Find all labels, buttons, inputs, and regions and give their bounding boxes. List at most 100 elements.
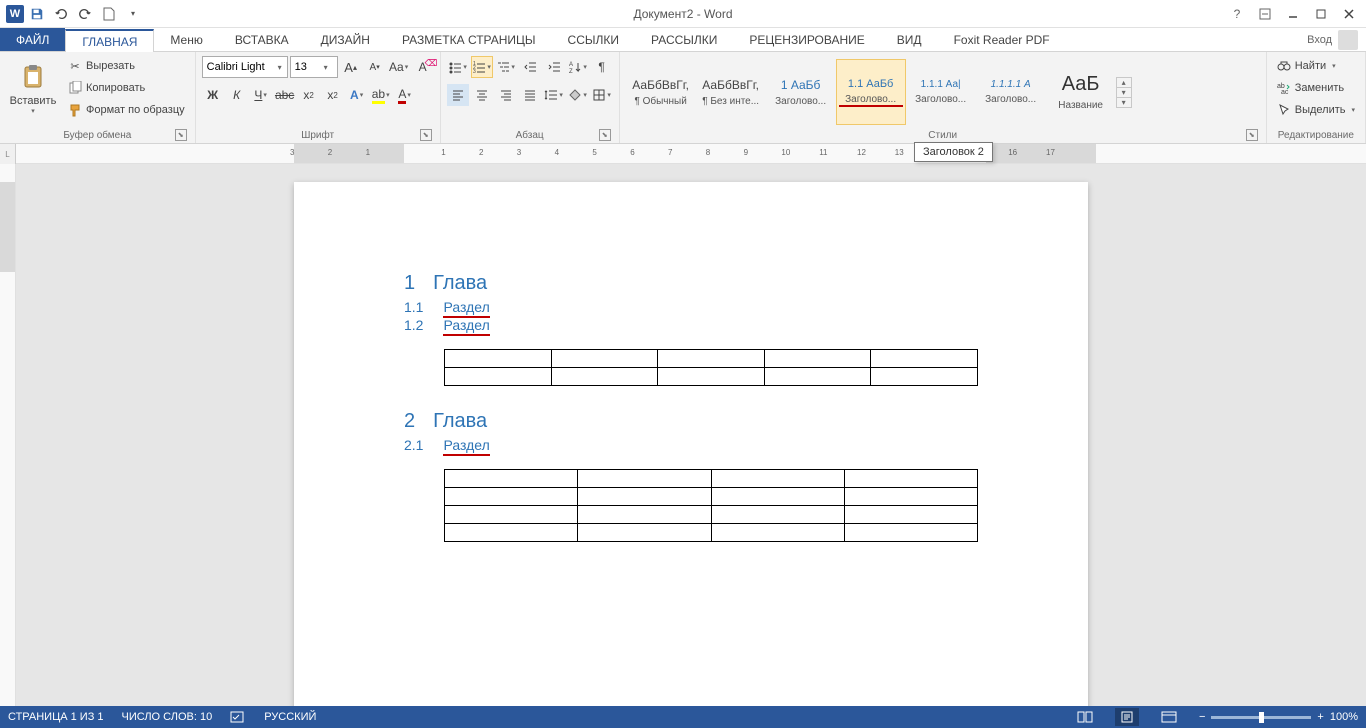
justify-button[interactable] [519,84,541,106]
tab-file[interactable]: ФАЙЛ [0,28,65,51]
text-effects-button[interactable]: A [346,84,368,106]
strike-button[interactable]: abc [274,84,296,106]
font-size-combo[interactable]: ▾ [290,56,338,78]
window-title: Документ2 - Word [633,7,732,21]
tab-references[interactable]: ССЫЛКИ [552,28,635,51]
highlight-button[interactable]: ab [370,84,392,106]
numbering-button[interactable]: 123 [471,56,493,78]
heading-2[interactable]: 1.1Раздел [404,299,978,315]
grow-font-button[interactable]: A▴ [340,56,362,78]
tab-home[interactable]: ГЛАВНАЯ [65,29,154,52]
page-indicator[interactable]: СТРАНИЦА 1 ИЗ 1 [8,711,104,723]
zoom-level[interactable]: 100% [1330,711,1358,723]
print-layout-icon[interactable] [1115,708,1139,726]
paste-button[interactable]: Вставить ▾ [6,56,60,122]
font-color-button[interactable]: A [394,84,416,106]
italic-button[interactable]: К [226,84,248,106]
line-spacing-button[interactable] [543,84,565,106]
chevron-down-icon[interactable]: ▾ [319,63,333,72]
font-name-combo[interactable]: ▾ [202,56,288,78]
word-count[interactable]: ЧИСЛО СЛОВ: 10 [122,711,213,723]
bullets-button[interactable] [447,56,469,78]
new-doc-icon[interactable] [98,3,120,25]
tab-menu[interactable]: Меню [154,28,218,51]
tab-mailings[interactable]: РАССЫЛКИ [635,28,733,51]
ribbon-options-icon[interactable] [1252,4,1278,24]
bold-button[interactable]: Ж [202,84,224,106]
increase-indent-button[interactable] [543,56,565,78]
document-canvas[interactable]: 1Глава 1.1Раздел 1.2Раздел 2Глава 2.1Раз… [16,164,1366,706]
language-indicator[interactable]: РУССКИЙ [264,711,316,723]
align-left-button[interactable] [447,84,469,106]
shrink-font-button[interactable]: A▾ [364,56,386,78]
paragraph-dialog-launcher[interactable]: ⬊ [599,129,611,141]
show-marks-button[interactable]: ¶ [591,56,613,78]
undo-icon[interactable] [50,3,72,25]
qat-more-icon[interactable]: ▾ [122,3,144,25]
tab-foxit[interactable]: Foxit Reader PDF [938,28,1066,51]
chevron-down-icon[interactable]: ▾ [273,63,287,72]
change-case-button[interactable]: Aa [388,56,410,78]
login-button[interactable]: Вход [1307,28,1366,51]
clipboard-dialog-launcher[interactable]: ⬊ [175,129,187,141]
style-item[interactable]: АаБбВвГг,¶ Обычный [626,59,696,125]
zoom-slider[interactable] [1211,716,1311,719]
minimize-icon[interactable] [1280,4,1306,24]
style-item[interactable]: АаБНазвание [1046,59,1116,125]
align-right-button[interactable] [495,84,517,106]
horizontal-ruler[interactable]: 3211234567891011121314151617 [16,144,1366,164]
align-center-button[interactable] [471,84,493,106]
group-clipboard: Вставить ▾ ✂Вырезать Копировать Формат п… [0,52,196,143]
subscript-button[interactable]: x2 [298,84,320,106]
heading-1[interactable]: 2Глава [404,410,978,433]
vertical-ruler[interactable] [0,164,16,706]
tab-insert[interactable]: ВСТАВКА [219,28,305,51]
clear-format-button[interactable]: A⌫ [412,56,434,78]
find-button[interactable]: Найти▾ [1273,56,1359,76]
multilevel-button[interactable] [495,56,517,78]
status-bar: СТРАНИЦА 1 ИЗ 1 ЧИСЛО СЛОВ: 10 РУССКИЙ −… [0,706,1366,728]
style-item[interactable]: 1.1.1 Аа|Заголово... [906,59,976,125]
select-button[interactable]: Выделить▾ [1273,100,1359,120]
borders-button[interactable] [591,84,613,106]
style-item[interactable]: АаБбВвГг,¶ Без инте... [696,59,766,125]
zoom-out-button[interactable]: − [1199,711,1205,723]
save-icon[interactable] [26,3,48,25]
tab-layout[interactable]: РАЗМЕТКА СТРАНИЦЫ [386,28,552,51]
style-item[interactable]: 1.1.1.1 АЗаголово... [976,59,1046,125]
underline-button[interactable]: Ч [250,84,272,106]
sort-button[interactable]: AZ [567,56,589,78]
copy-button[interactable]: Копировать [64,78,189,98]
help-icon[interactable]: ? [1224,4,1250,24]
styles-dialog-launcher[interactable]: ⬊ [1246,129,1258,141]
styles-scroll-down[interactable]: ▾ [1117,88,1131,98]
tab-review[interactable]: РЕЦЕНЗИРОВАНИЕ [733,28,880,51]
styles-scroll-up[interactable]: ▴ [1117,78,1131,88]
read-mode-icon[interactable] [1073,708,1097,726]
ruler-corner[interactable]: L [0,144,16,164]
font-dialog-launcher[interactable]: ⬊ [420,129,432,141]
cut-button[interactable]: ✂Вырезать [64,56,189,76]
close-icon[interactable] [1336,4,1362,24]
maximize-icon[interactable] [1308,4,1334,24]
tab-view[interactable]: ВИД [881,28,938,51]
format-painter-button[interactable]: Формат по образцу [64,100,189,120]
redo-icon[interactable] [74,3,96,25]
web-layout-icon[interactable] [1157,708,1181,726]
table[interactable] [444,349,978,386]
style-item[interactable]: 1 АаБбЗаголово... [766,59,836,125]
shading-button[interactable] [567,84,589,106]
heading-2[interactable]: 2.1Раздел [404,437,978,453]
superscript-button[interactable]: x2 [322,84,344,106]
proofing-icon[interactable] [230,710,246,724]
styles-expand[interactable]: ▾ [1117,98,1131,107]
table[interactable] [444,469,978,542]
style-item[interactable]: 1.1 АаБбЗаголово... [836,59,906,125]
styles-scroll: ▴ ▾ ▾ [1116,77,1132,108]
tab-design[interactable]: ДИЗАЙН [305,28,386,51]
heading-2[interactable]: 1.2Раздел [404,317,978,333]
heading-1[interactable]: 1Глава [404,272,978,295]
decrease-indent-button[interactable] [519,56,541,78]
zoom-in-button[interactable]: + [1317,711,1323,723]
replace-button[interactable]: abacЗаменить [1273,78,1359,98]
